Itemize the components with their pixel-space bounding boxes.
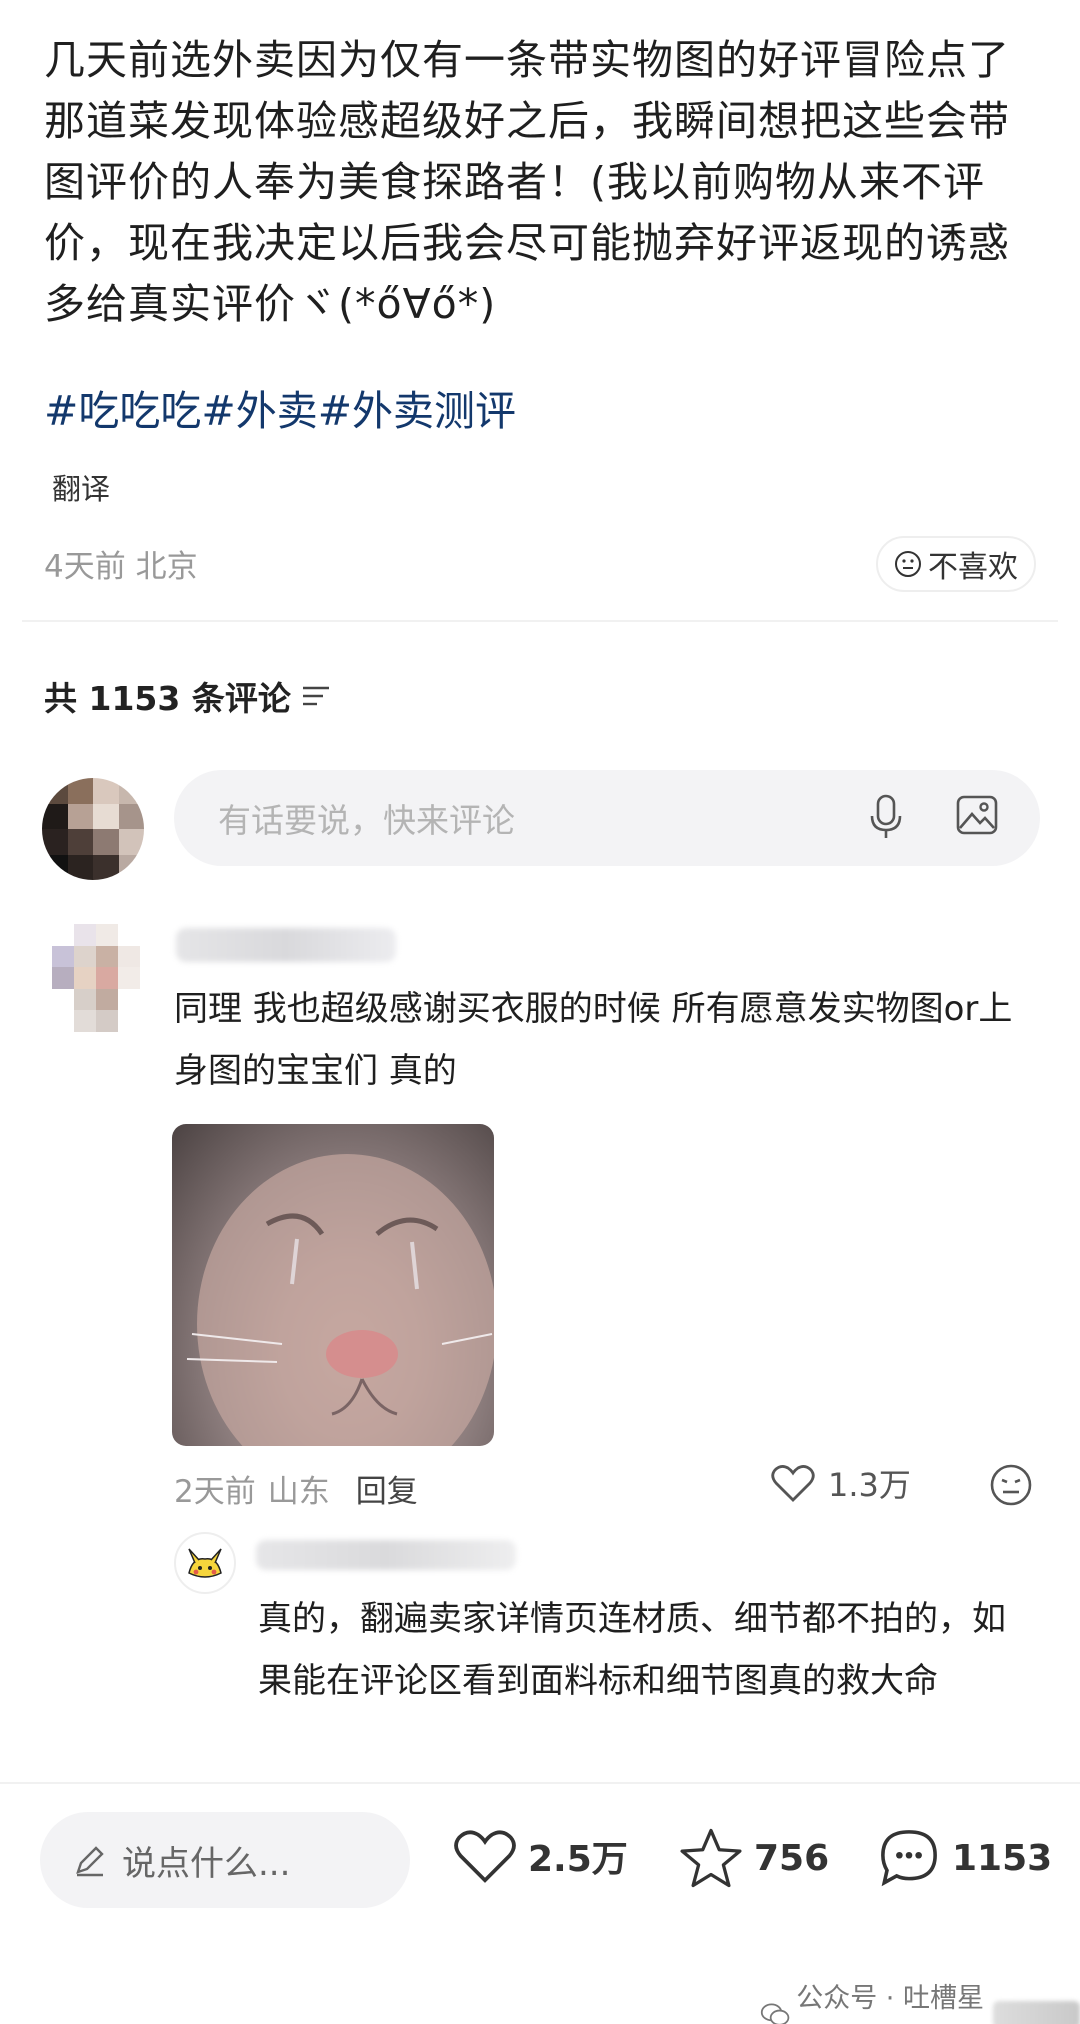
comment-like-button[interactable]: 1.3万: [770, 1460, 911, 1506]
dislike-label: 不喜欢: [928, 550, 1018, 585]
pencil-icon: [76, 1846, 104, 1877]
watermark: 公众号 · 吐槽星君: [760, 1976, 1080, 2024]
post-body-text: 几天前选外卖因为仅有一条带实物图的好评冒险点了那道菜发现体验感超级好之后，我瞬间…: [44, 36, 1010, 328]
crying-cat-image: [186, 1154, 494, 1446]
comment-time: 2天前: [174, 1474, 256, 1510]
favorite-button[interactable]: 756: [678, 1826, 829, 1890]
reply-button[interactable]: 回复: [356, 1466, 418, 1511]
reply-text: 真的，翻遍卖家详情页连材质、细节都不拍的，如果能在评论区看到面料标和细节图真的救…: [258, 1599, 1006, 1701]
favorite-count: 756: [754, 1837, 830, 1879]
watermark-blurred-handle: [992, 2001, 1080, 2024]
commenter-avatar[interactable]: [52, 924, 140, 1032]
say-something-placeholder: 说点什么...: [122, 1843, 291, 1884]
image-picker-icon[interactable]: [954, 792, 1000, 838]
comment-count-text: 共 1153 条评论: [44, 679, 291, 718]
comment-like-count: 1.3万: [828, 1466, 911, 1504]
post-meta: 4天前 北京: [44, 549, 198, 585]
comment-meta: 2天前 山东 回复: [174, 1466, 418, 1511]
replier-username-blurred[interactable]: [256, 1540, 516, 1570]
like-button[interactable]: 2.5万: [452, 1826, 628, 1886]
comment-total-count: 1153: [952, 1837, 1053, 1879]
translate-button[interactable]: 翻译: [52, 466, 110, 508]
neutral-face-icon: [895, 551, 921, 577]
commenter-username-blurred[interactable]: [176, 928, 396, 962]
like-count: 2.5万: [528, 1839, 628, 1880]
filter-lines-icon[interactable]: [301, 683, 331, 709]
heart-icon: [771, 1465, 815, 1502]
bottom-action-bar: 说点什么... 2.5万 756 1153 公众号 · 吐槽星君: [0, 1782, 1080, 2024]
heart-icon: [454, 1830, 516, 1883]
comment-input-placeholder: 有话要说，快来评论: [218, 801, 515, 840]
comment-location: 山东: [267, 1474, 330, 1510]
say-something-input[interactable]: 说点什么...: [40, 1812, 410, 1908]
comment-input[interactable]: 有话要说，快来评论: [174, 770, 1040, 866]
dislike-button[interactable]: 不喜欢: [876, 536, 1036, 592]
watermark-text: 公众号 · 吐槽星君: [796, 1983, 984, 2024]
replier-avatar[interactable]: [174, 1532, 236, 1594]
microphone-icon[interactable]: [866, 792, 906, 842]
comment-image[interactable]: [172, 1124, 494, 1446]
comments-button[interactable]: 1153: [876, 1826, 1052, 1890]
comment-count-header: 共 1153 条评论: [44, 672, 331, 720]
section-divider: [22, 620, 1058, 622]
wechat-icon: [760, 2003, 790, 2024]
my-avatar[interactable]: [42, 778, 144, 880]
post-hashtags[interactable]: #吃吃吃#外卖#外卖测评: [44, 381, 516, 442]
comment-dislike-icon[interactable]: [988, 1462, 1034, 1508]
star-icon: [680, 1828, 742, 1888]
speech-bubble-icon: [881, 1830, 937, 1887]
comment-text: 同理 我也超级感谢买衣服的时候 所有愿意发实物图or上身图的宝宝们 真的: [174, 989, 1013, 1091]
pikachu-avatar-icon: [188, 1548, 222, 1578]
